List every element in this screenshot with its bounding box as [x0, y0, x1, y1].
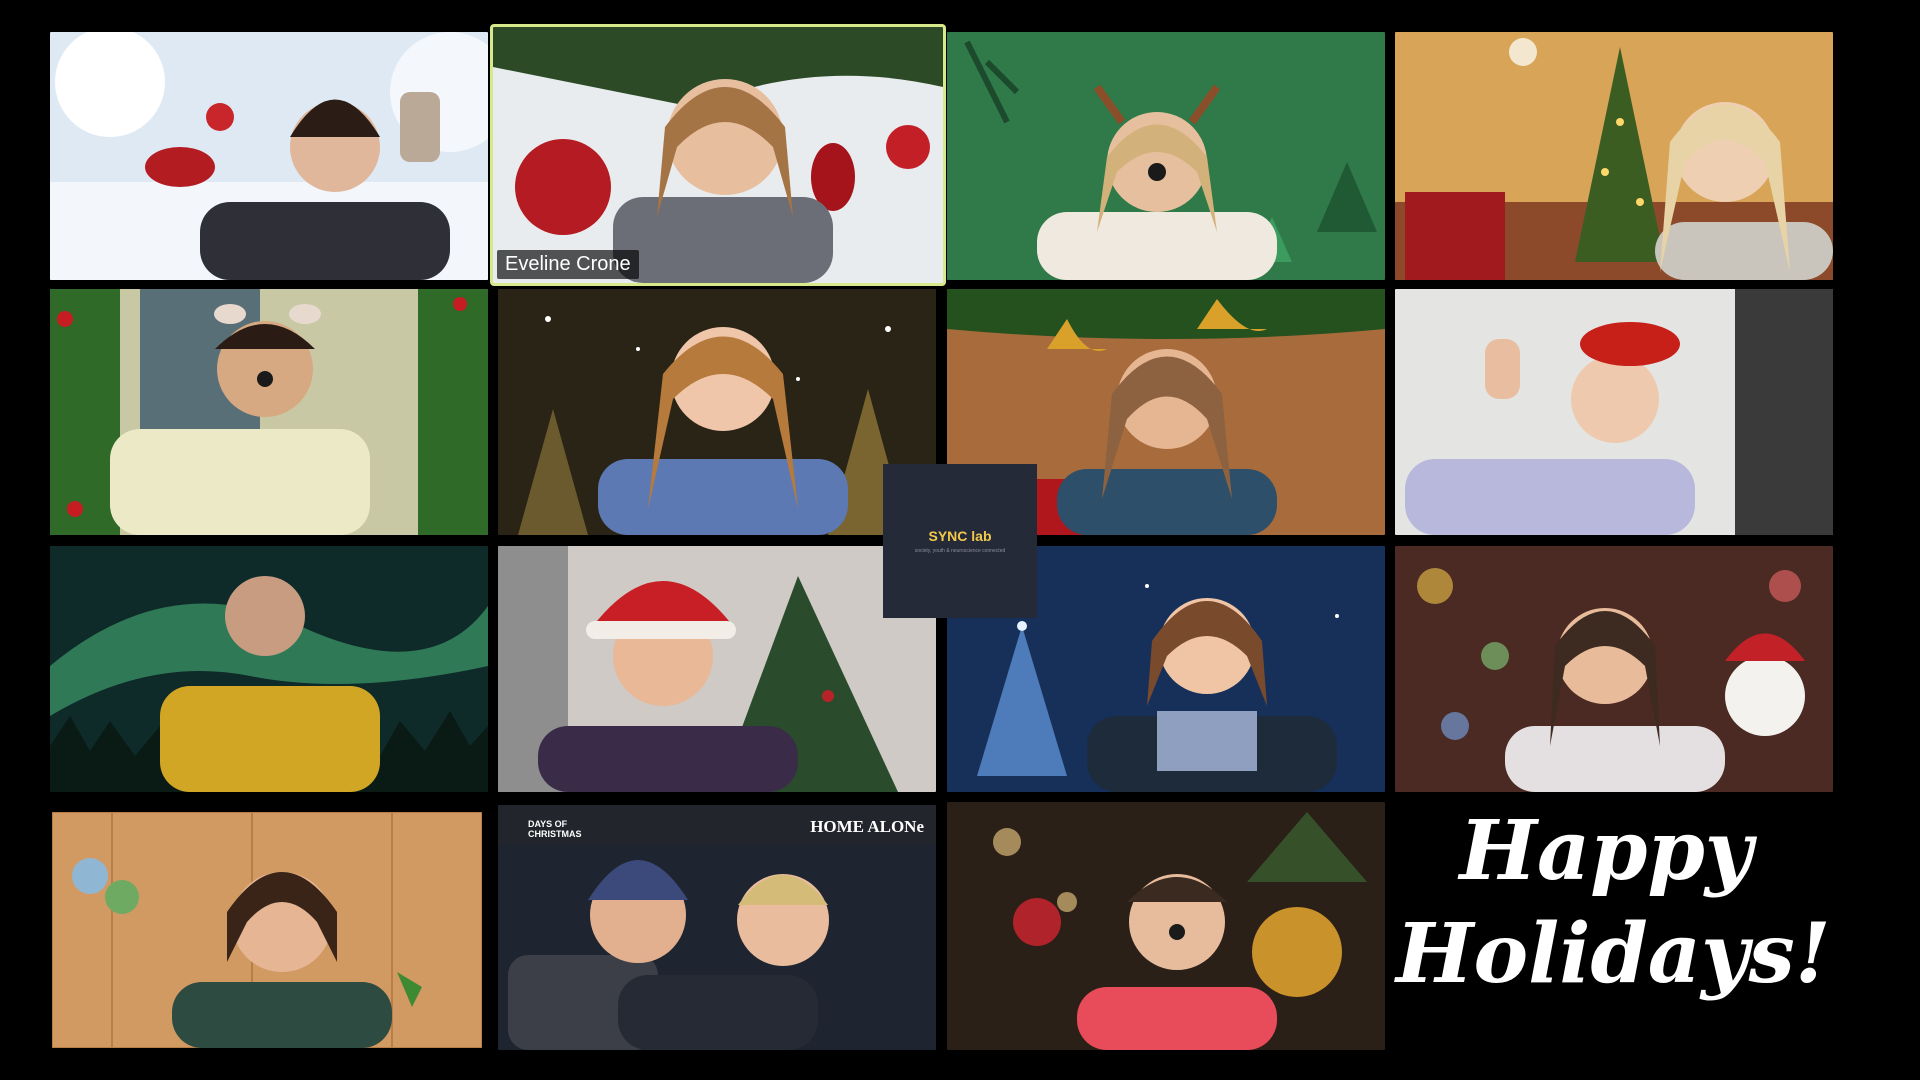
video-tile-8[interactable]	[1395, 289, 1833, 535]
video-tile-13[interactable]	[52, 812, 482, 1048]
snow-background	[50, 32, 488, 280]
ornaments-background	[493, 27, 943, 283]
living-room-background	[1395, 32, 1833, 280]
logo-tagline: society, youth & neuroscience connected	[914, 548, 1006, 554]
video-tile-15[interactable]	[947, 802, 1385, 1050]
logo-brand: SYNC lab	[928, 528, 992, 544]
video-tile-1[interactable]	[50, 32, 488, 280]
video-tile-14[interactable]: DAYS OF CHRISTMAS HOME ALONe	[498, 805, 936, 1050]
video-tile-10[interactable]	[498, 546, 936, 792]
snowy-forest-background	[498, 289, 936, 535]
video-tile-5[interactable]	[50, 289, 488, 535]
poster-title-left: DAYS OF CHRISTMAS	[528, 819, 582, 839]
video-tile-9[interactable]	[50, 546, 488, 792]
video-tile-3[interactable]	[947, 32, 1385, 280]
video-tile-4[interactable]	[1395, 32, 1833, 280]
video-tile-6[interactable]	[498, 289, 936, 535]
bokeh-background	[1395, 546, 1833, 792]
greeting-line-2: Holidays!	[1396, 905, 1831, 1002]
bright-room-background	[1395, 289, 1833, 535]
garland-background	[50, 289, 488, 535]
participant-name-label: Eveline Crone	[497, 250, 639, 279]
tree-room-background	[498, 546, 936, 792]
video-tile-2-active-speaker[interactable]: Eveline Crone	[490, 24, 946, 286]
poster-title-right: HOME ALONe	[810, 817, 924, 836]
video-tile-12[interactable]	[1395, 546, 1833, 792]
northern-lights-background	[50, 546, 488, 792]
greeting-line-1: Happy	[1459, 803, 1753, 899]
home-alone-poster-background	[498, 805, 936, 1050]
green-background	[947, 32, 1385, 280]
bokeh-reindeer-background	[947, 802, 1385, 1050]
sync-lab-logo: SYNC lab society, youth & neuroscience c…	[883, 464, 1037, 618]
holiday-greeting: Happy Holidays!	[1396, 800, 1831, 1060]
wood-ornaments-background	[52, 812, 482, 1048]
